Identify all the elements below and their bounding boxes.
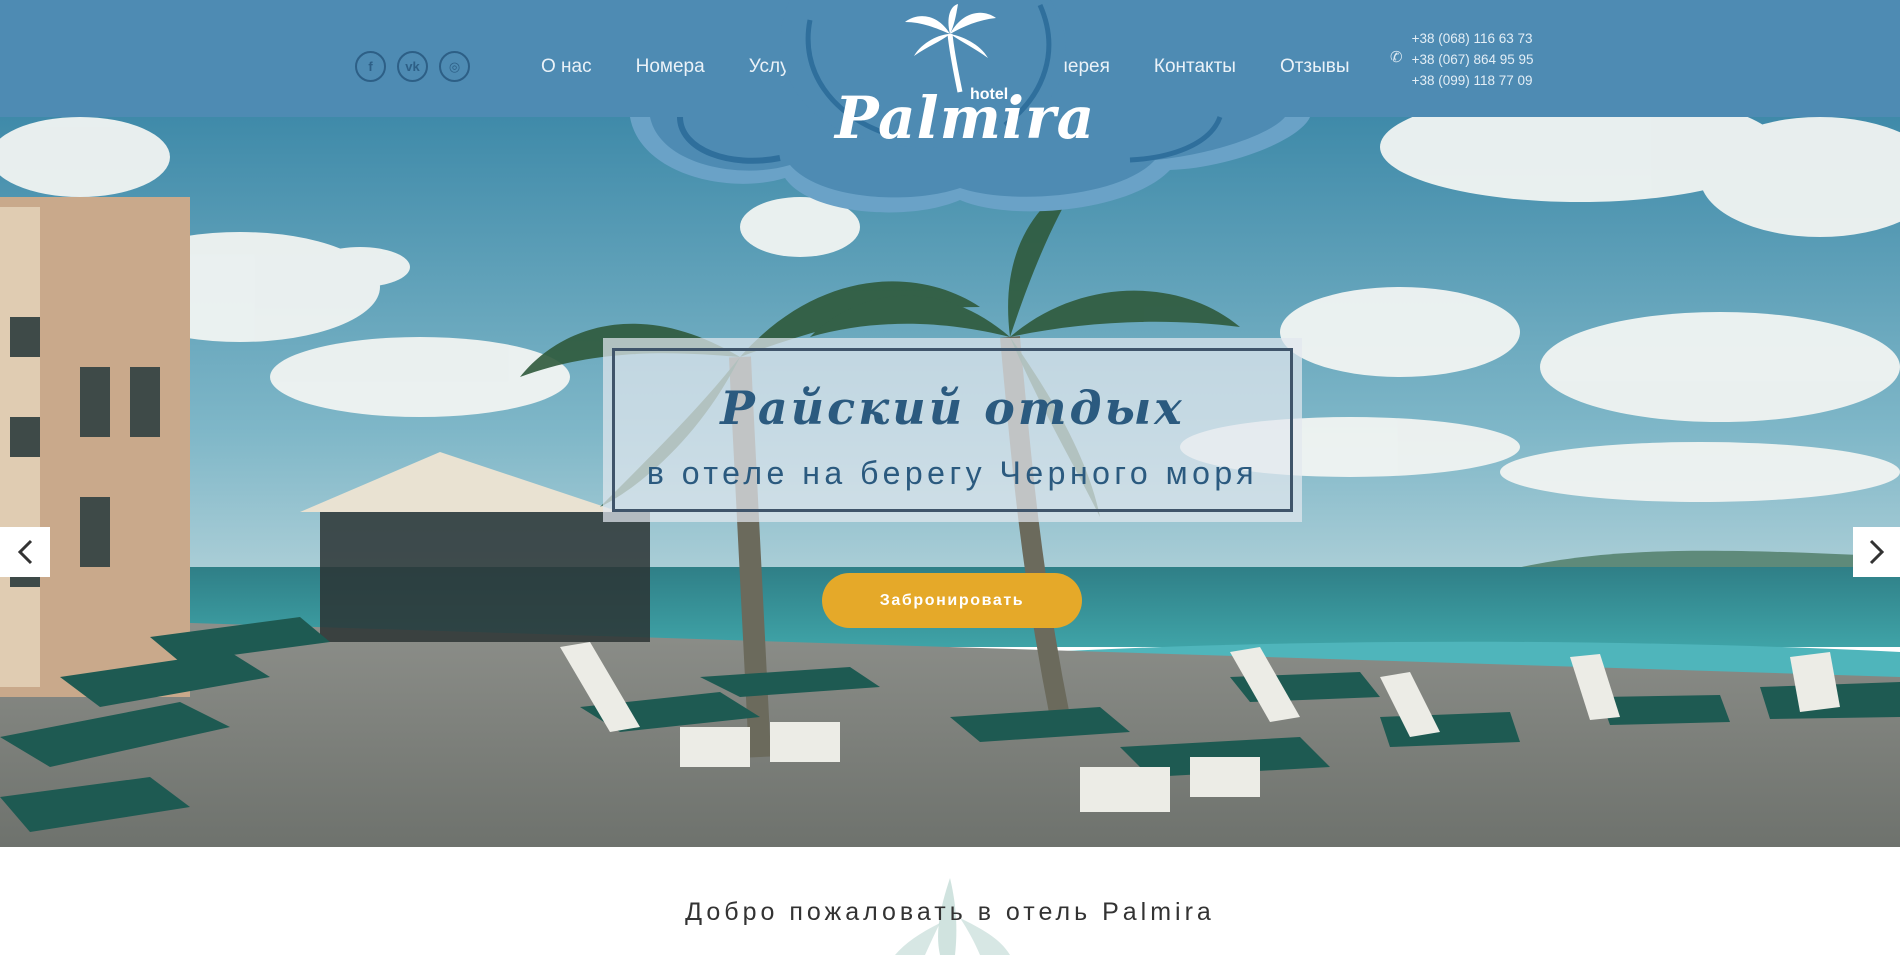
phone-number[interactable]: +38 (067) 864 95 95 — [1412, 51, 1534, 69]
nav-right: Галерея Контакты Отзывы — [1037, 56, 1350, 78]
phone-icon: ✆ — [1390, 49, 1403, 66]
slider-next-button[interactable] — [1853, 527, 1900, 577]
nav-item-about[interactable]: О нас — [541, 56, 592, 78]
welcome-heading: Добро пожаловать в отель Palmira — [685, 898, 1215, 926]
vk-icon[interactable]: vk — [397, 51, 428, 82]
hero-title: Райский отдых — [720, 381, 1185, 435]
palm-logo-icon — [905, 4, 996, 93]
instagram-icon[interactable]: ◎ — [439, 51, 470, 82]
phone-number[interactable]: +38 (068) 116 63 73 — [1412, 30, 1534, 48]
book-button[interactable]: Забронировать — [822, 573, 1082, 628]
phone-number[interactable]: +38 (099) 118 77 09 — [1412, 72, 1534, 90]
nav-item-contacts[interactable]: Контакты — [1154, 56, 1236, 78]
nav-item-services[interactable]: Услуги — [749, 56, 807, 78]
nav-left: О нас Номера Услуги — [541, 56, 807, 78]
nav-item-gallery[interactable]: Галерея — [1037, 56, 1110, 78]
logo-name[interactable]: Palmira — [835, 84, 1095, 152]
facebook-icon[interactable]: f — [355, 51, 386, 82]
nav-item-rooms[interactable]: Номера — [636, 56, 705, 78]
phone-block: ✆ +38 (068) 116 63 73 +38 (067) 864 95 9… — [1390, 30, 1534, 90]
hero-subtitle: в отеле на берегу Черного моря — [646, 455, 1259, 491]
caption-frame: Райский отдых в отеле на берегу Черного … — [612, 348, 1293, 512]
nav-item-reviews[interactable]: Отзывы — [1280, 56, 1350, 78]
chevron-right-icon — [1869, 539, 1884, 565]
hero-caption: Райский отдых в отеле на берегу Черного … — [603, 338, 1302, 522]
logo-tag: hotel — [970, 86, 1009, 103]
chevron-left-icon — [17, 539, 33, 565]
phone-list: +38 (068) 116 63 73 +38 (067) 864 95 95 … — [1412, 30, 1534, 90]
slider-prev-button[interactable] — [0, 527, 50, 577]
social-links: f vk ◎ — [355, 51, 470, 82]
